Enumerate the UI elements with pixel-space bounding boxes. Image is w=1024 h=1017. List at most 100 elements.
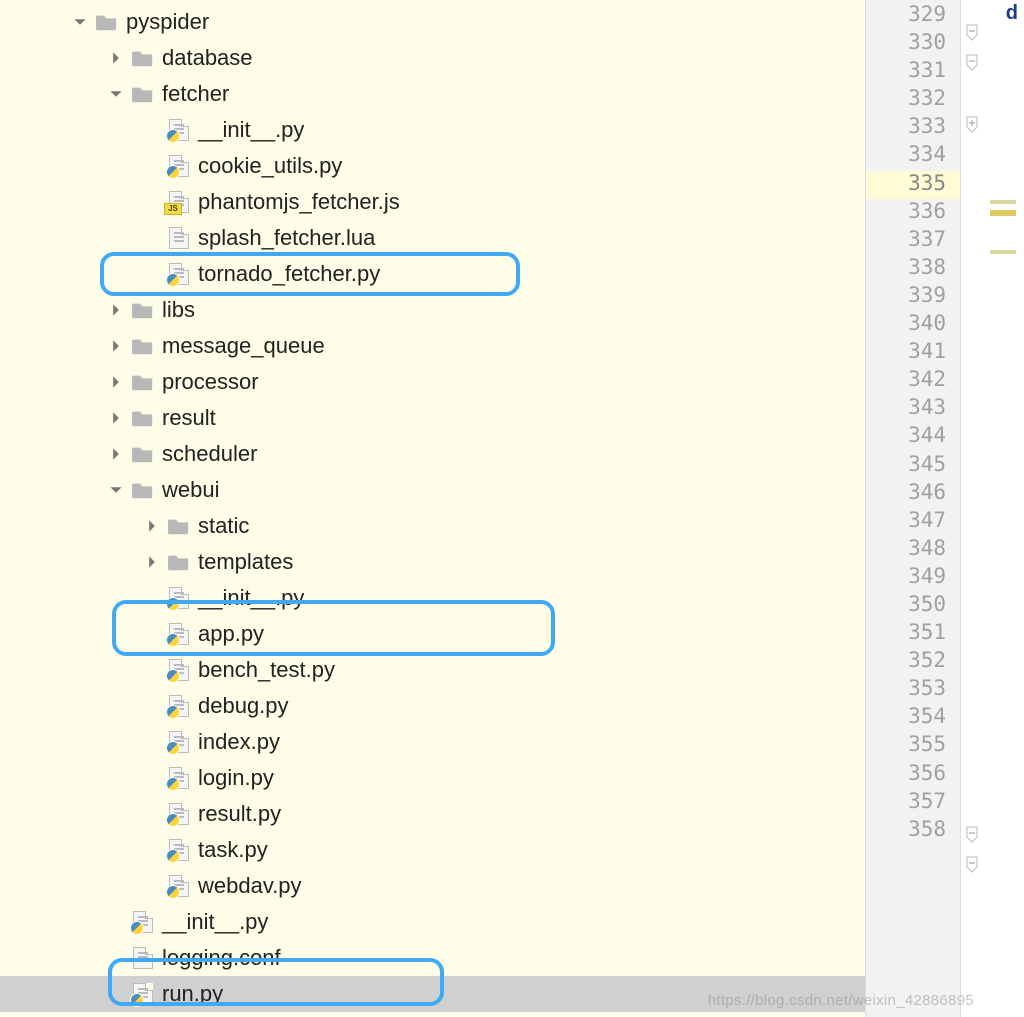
folder-icon xyxy=(96,11,118,33)
line-number[interactable]: 335 xyxy=(866,171,960,199)
tree-folder-templates[interactable]: templates xyxy=(0,544,865,580)
line-number[interactable]: 339 xyxy=(866,283,960,311)
fold-marker-icon[interactable] xyxy=(964,826,980,844)
tree-file-root-init[interactable]: __init__.py xyxy=(0,904,865,940)
line-number[interactable]: 337 xyxy=(866,227,960,255)
line-number[interactable]: 344 xyxy=(866,423,960,451)
fold-marker-icon[interactable] xyxy=(964,54,980,72)
tree-file-webui-init[interactable]: __init__.py xyxy=(0,580,865,616)
chevron-right-icon[interactable] xyxy=(108,338,124,354)
line-number[interactable]: 350 xyxy=(866,592,960,620)
tree-label: webui xyxy=(162,477,219,503)
tree-file-result-py[interactable]: result.py xyxy=(0,796,865,832)
tree-file-splash[interactable]: splash_fetcher.lua xyxy=(0,220,865,256)
tree-file-index[interactable]: index.py xyxy=(0,724,865,760)
chevron-right-icon[interactable] xyxy=(108,374,124,390)
line-number[interactable]: 353 xyxy=(866,676,960,704)
line-number[interactable]: 334 xyxy=(866,142,960,170)
line-number[interactable]: 358 xyxy=(866,817,960,845)
chevron-right-icon[interactable] xyxy=(144,554,160,570)
tree-file-cookie-utils[interactable]: cookie_utils.py xyxy=(0,148,865,184)
python-file-icon xyxy=(168,155,190,177)
line-number[interactable]: 332 xyxy=(866,86,960,114)
line-number[interactable]: 355 xyxy=(866,732,960,760)
tree-file-tornado[interactable]: tornado_fetcher.py xyxy=(0,256,865,292)
line-number[interactable]: 342 xyxy=(866,367,960,395)
tree-label: bench_test.py xyxy=(198,657,335,683)
line-number[interactable]: 343 xyxy=(866,395,960,423)
line-number[interactable]: 330 xyxy=(866,30,960,58)
chevron-right-icon[interactable] xyxy=(144,518,160,534)
tree-folder-fetcher[interactable]: fetcher xyxy=(0,76,865,112)
tree-file-logging-conf[interactable]: logging.conf xyxy=(0,940,865,976)
python-file-icon xyxy=(132,911,154,933)
line-number[interactable]: 348 xyxy=(866,536,960,564)
tree-file-bench-test[interactable]: bench_test.py xyxy=(0,652,865,688)
python-file-icon xyxy=(168,119,190,141)
folder-icon xyxy=(132,443,154,465)
watermark-text: https://blog.csdn.net/weixin_42886895 xyxy=(708,992,974,1009)
line-number[interactable]: 349 xyxy=(866,564,960,592)
tree-file-webdav[interactable]: webdav.py xyxy=(0,868,865,904)
chevron-right-icon[interactable] xyxy=(108,410,124,426)
python-file-icon xyxy=(168,803,190,825)
line-number[interactable]: 340 xyxy=(866,311,960,339)
tree-file-debug[interactable]: debug.py xyxy=(0,688,865,724)
python-file-icon xyxy=(132,983,154,1005)
tree-folder-scheduler[interactable]: scheduler xyxy=(0,436,865,472)
text-file-icon xyxy=(132,947,154,969)
tree-label: phantomjs_fetcher.js xyxy=(198,189,400,215)
python-file-icon xyxy=(168,731,190,753)
tree-label: processor xyxy=(162,369,259,395)
tree-label: run.py xyxy=(162,981,223,1007)
tree-label: message_queue xyxy=(162,333,325,359)
tree-folder-webui[interactable]: webui xyxy=(0,472,865,508)
tree-folder-static[interactable]: static xyxy=(0,508,865,544)
line-number[interactable]: 333 xyxy=(866,114,960,142)
tree-folder-processor[interactable]: processor xyxy=(0,364,865,400)
tree-file-task[interactable]: task.py xyxy=(0,832,865,868)
editor-overview-ruler[interactable]: d xyxy=(982,0,1024,1017)
line-number[interactable]: 356 xyxy=(866,761,960,789)
overview-stripe-current xyxy=(990,210,1016,216)
chevron-down-icon[interactable] xyxy=(108,482,124,498)
fold-marker-icon[interactable] xyxy=(964,116,980,134)
chevron-down-icon[interactable] xyxy=(108,86,124,102)
line-number[interactable]: 351 xyxy=(866,620,960,648)
tree-file-phantomjs[interactable]: JS phantomjs_fetcher.js xyxy=(0,184,865,220)
chevron-right-icon[interactable] xyxy=(108,446,124,462)
line-number[interactable]: 345 xyxy=(866,452,960,480)
tree-folder-result[interactable]: result xyxy=(0,400,865,436)
line-number[interactable]: 341 xyxy=(866,339,960,367)
line-number[interactable]: 352 xyxy=(866,648,960,676)
line-number[interactable]: 346 xyxy=(866,480,960,508)
line-number[interactable]: 338 xyxy=(866,255,960,283)
fold-marker-icon[interactable] xyxy=(964,24,980,42)
line-number[interactable]: 357 xyxy=(866,789,960,817)
tree-label: __init__.py xyxy=(198,117,304,143)
tree-file-app[interactable]: app.py xyxy=(0,616,865,652)
tree-file-init[interactable]: __init__.py xyxy=(0,112,865,148)
tree-label: templates xyxy=(198,549,293,575)
tree-folder-libs[interactable]: libs xyxy=(0,292,865,328)
fold-marker-icon[interactable] xyxy=(964,856,980,874)
chevron-right-icon[interactable] xyxy=(108,50,124,66)
tree-folder-database[interactable]: database xyxy=(0,40,865,76)
chevron-right-icon[interactable] xyxy=(108,302,124,318)
line-number[interactable]: 354 xyxy=(866,704,960,732)
chevron-down-icon[interactable] xyxy=(72,14,88,30)
folder-icon xyxy=(132,47,154,69)
line-number[interactable]: 331 xyxy=(866,58,960,86)
tree-folder-message-queue[interactable]: message_queue xyxy=(0,328,865,364)
editor-gutter: 3293303313323333343353363373383393403413… xyxy=(865,0,960,1017)
tree-label: splash_fetcher.lua xyxy=(198,225,375,251)
folder-icon xyxy=(132,479,154,501)
tree-label: index.py xyxy=(198,729,280,755)
line-number[interactable]: 347 xyxy=(866,508,960,536)
tree-label: app.py xyxy=(198,621,264,647)
tree-folder-pyspider[interactable]: pyspider xyxy=(0,4,865,40)
line-number[interactable]: 329 xyxy=(866,2,960,30)
line-number[interactable]: 336 xyxy=(866,199,960,227)
tree-file-login[interactable]: login.py xyxy=(0,760,865,796)
tree-label: debug.py xyxy=(198,693,289,719)
